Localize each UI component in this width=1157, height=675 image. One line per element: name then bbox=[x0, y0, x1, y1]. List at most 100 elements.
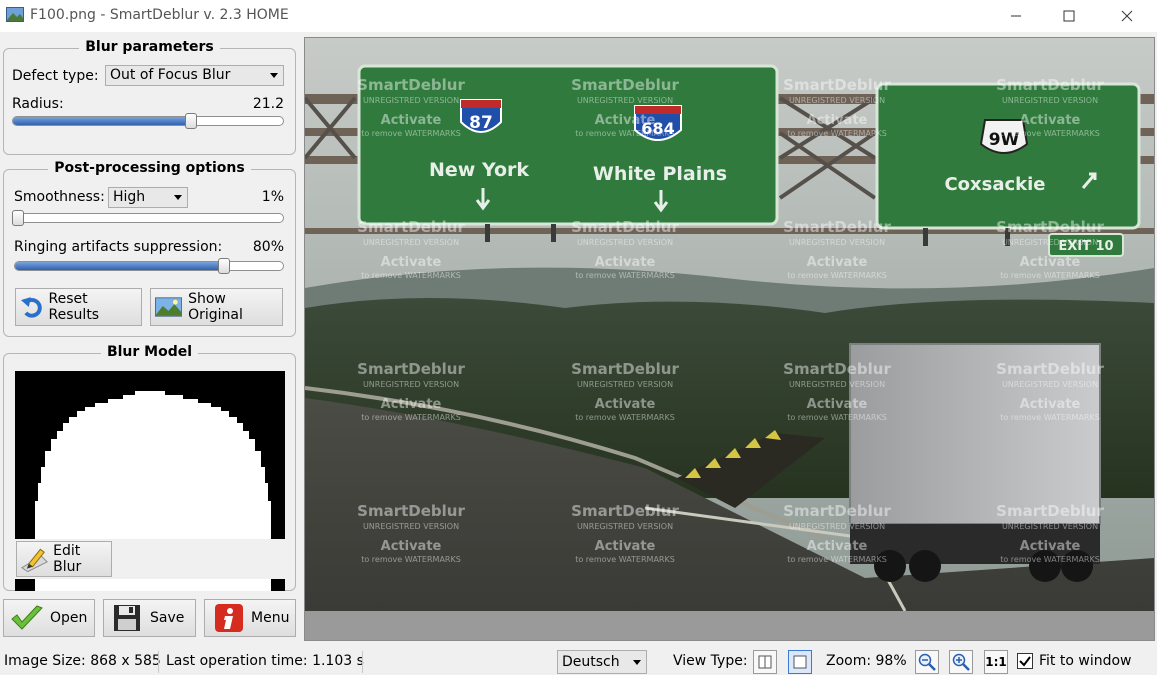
actual-size-label: 1:1 bbox=[985, 655, 1007, 669]
split-view-icon bbox=[758, 655, 772, 669]
svg-text:to remove WATERMARKS: to remove WATERMARKS bbox=[787, 413, 887, 422]
svg-text:to remove WATERMARKS: to remove WATERMARKS bbox=[361, 129, 461, 138]
svg-text:UNREGISTRED VERSION: UNREGISTRED VERSION bbox=[789, 238, 885, 247]
ringing-percent: 80% bbox=[252, 239, 284, 255]
svg-text:Activate: Activate bbox=[595, 539, 656, 554]
svg-text:SmartDeblur: SmartDeblur bbox=[783, 76, 891, 94]
svg-text:to remove WATERMARKS: to remove WATERMARKS bbox=[361, 271, 461, 280]
svg-text:UNREGISTRED VERSION: UNREGISTRED VERSION bbox=[577, 238, 673, 247]
svg-text:to remove WATERMARKS: to remove WATERMARKS bbox=[575, 271, 675, 280]
radius-slider[interactable] bbox=[12, 113, 284, 129]
menu-button[interactable]: Menu bbox=[204, 599, 296, 637]
actual-size-button[interactable]: 1:1 bbox=[984, 650, 1008, 674]
sign-board bbox=[875, 82, 1141, 230]
svg-text:UNREGISTRED VERSION: UNREGISTRED VERSION bbox=[789, 380, 885, 389]
svg-text:Activate: Activate bbox=[1020, 113, 1081, 128]
svg-text:UNREGISTRED VERSION: UNREGISTRED VERSION bbox=[1002, 522, 1098, 531]
maximize-button[interactable] bbox=[1046, 0, 1092, 32]
smoothness-percent: 1% bbox=[261, 189, 284, 205]
svg-text:Activate: Activate bbox=[1020, 397, 1081, 412]
svg-text:Activate: Activate bbox=[807, 397, 868, 412]
blur-model-title: Blur Model bbox=[100, 344, 199, 360]
maximize-icon bbox=[1063, 10, 1075, 22]
svg-text:to remove WATERMARKS: to remove WATERMARKS bbox=[787, 271, 887, 280]
smoothness-value: High bbox=[113, 189, 146, 205]
zoom-out-icon bbox=[918, 653, 936, 671]
last-operation-text: Last operation time: 1.103 s bbox=[166, 653, 364, 669]
view-type-label: View Type: bbox=[673, 653, 748, 669]
smoothness-slider[interactable] bbox=[11, 210, 284, 226]
svg-text:SmartDeblur: SmartDeblur bbox=[357, 76, 465, 94]
deblurred-image: 87 684 9W New York White Plains Coxsacki… bbox=[305, 38, 1154, 611]
radius-slider-thumb[interactable] bbox=[185, 113, 198, 129]
app-icon bbox=[6, 7, 24, 22]
zoom-out-button[interactable] bbox=[915, 650, 939, 674]
svg-text:Activate: Activate bbox=[807, 539, 868, 554]
svg-text:to remove WATERMARKS: to remove WATERMARKS bbox=[575, 129, 675, 138]
status-separator bbox=[362, 651, 363, 673]
svg-text:SmartDeblur: SmartDeblur bbox=[571, 360, 679, 378]
edit-blur-button[interactable]: Edit Blur bbox=[16, 541, 112, 577]
split-view-button[interactable] bbox=[753, 650, 777, 674]
svg-text:SmartDeblur: SmartDeblur bbox=[996, 502, 1104, 520]
ringing-slider[interactable] bbox=[14, 258, 284, 274]
save-button[interactable]: Save bbox=[103, 599, 196, 637]
smoothness-label: Smoothness: bbox=[14, 189, 105, 205]
zoom-text: Zoom: 98% bbox=[826, 653, 907, 669]
minimize-icon bbox=[1011, 15, 1021, 17]
chevron-down-icon bbox=[174, 195, 182, 200]
menu-label: Menu bbox=[251, 610, 290, 626]
svg-text:Activate: Activate bbox=[381, 255, 442, 270]
ringing-slider-thumb[interactable] bbox=[218, 258, 231, 274]
minimize-button[interactable] bbox=[993, 0, 1039, 32]
status-bar: Image Size: 868 x 585 Last operation tim… bbox=[0, 647, 1157, 675]
image-viewport[interactable]: 87 684 9W New York White Plains Coxsacki… bbox=[304, 37, 1155, 641]
svg-text:to remove WATERMARKS: to remove WATERMARKS bbox=[575, 413, 675, 422]
fit-to-window-checkbox[interactable] bbox=[1017, 653, 1033, 669]
picture-icon bbox=[155, 297, 183, 317]
highway-photo: 87 684 9W New York White Plains Coxsacki… bbox=[305, 38, 1154, 611]
svg-text:Activate: Activate bbox=[807, 255, 868, 270]
image-size-text: Image Size: 868 x 585 bbox=[4, 653, 161, 669]
open-button[interactable]: Open bbox=[3, 599, 95, 637]
chevron-down-icon bbox=[633, 660, 641, 665]
svg-text:Activate: Activate bbox=[381, 539, 442, 554]
sign-destination: New York bbox=[429, 159, 529, 181]
svg-text:SmartDeblur: SmartDeblur bbox=[783, 502, 891, 520]
show-original-label: Show Original bbox=[188, 291, 243, 323]
svg-text:Activate: Activate bbox=[595, 255, 656, 270]
svg-text:UNREGISTRED VERSION: UNREGISTRED VERSION bbox=[363, 380, 459, 389]
svg-text:to remove WATERMARKS: to remove WATERMARKS bbox=[787, 129, 887, 138]
save-label: Save bbox=[150, 610, 185, 626]
svg-text:to remove WATERMARKS: to remove WATERMARKS bbox=[1000, 413, 1100, 422]
defect-type-select[interactable]: Out of Focus Blur bbox=[105, 65, 284, 86]
svg-text:UNREGISTRED VERSION: UNREGISTRED VERSION bbox=[363, 96, 459, 105]
zoom-in-icon bbox=[952, 653, 970, 671]
svg-text:to remove WATERMARKS: to remove WATERMARKS bbox=[361, 555, 461, 564]
floppy-disk-icon bbox=[114, 605, 140, 631]
svg-text:Activate: Activate bbox=[595, 397, 656, 412]
svg-text:UNREGISTRED VERSION: UNREGISTRED VERSION bbox=[363, 522, 459, 531]
blur-model-group: Blur Model Edit Blur bbox=[3, 344, 296, 591]
svg-text:to remove WATERMARKS: to remove WATERMARKS bbox=[1000, 129, 1100, 138]
open-label: Open bbox=[50, 610, 88, 626]
zoom-in-button[interactable] bbox=[949, 650, 973, 674]
svg-text:SmartDeblur: SmartDeblur bbox=[996, 76, 1104, 94]
single-view-button[interactable] bbox=[788, 650, 812, 674]
svg-text:UNREGISTRED VERSION: UNREGISTRED VERSION bbox=[1002, 96, 1098, 105]
chevron-down-icon bbox=[270, 73, 278, 78]
reset-results-label: Reset Results bbox=[48, 291, 100, 323]
smoothness-select[interactable]: High bbox=[108, 187, 188, 208]
single-view-icon bbox=[793, 655, 807, 669]
radius-slider-fill bbox=[13, 117, 192, 125]
ringing-label: Ringing artifacts suppression: bbox=[14, 239, 223, 255]
radius-label: Radius: bbox=[12, 96, 64, 112]
close-button[interactable] bbox=[1104, 0, 1150, 32]
reset-results-button[interactable]: Reset Results bbox=[15, 288, 142, 326]
info-icon bbox=[215, 604, 243, 632]
svg-text:UNREGISTRED VERSION: UNREGISTRED VERSION bbox=[577, 522, 673, 531]
svg-text:UNREGISTRED VERSION: UNREGISTRED VERSION bbox=[1002, 380, 1098, 389]
smoothness-slider-thumb[interactable] bbox=[11, 210, 24, 226]
show-original-button[interactable]: Show Original bbox=[150, 288, 283, 326]
language-select[interactable]: Deutsch bbox=[557, 650, 647, 674]
